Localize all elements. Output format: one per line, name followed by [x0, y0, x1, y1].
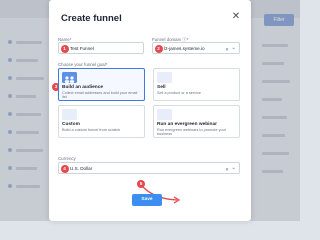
goal-option-webinar[interactable]: Run an evergreen webinar Run evergreen w…	[153, 105, 240, 138]
create-funnel-dialog: Create funnel ✕ Name* 1 Test Funnel Funn…	[49, 0, 251, 221]
custom-icon	[62, 109, 77, 120]
goal-option-title: Custom	[62, 122, 80, 127]
clear-icon[interactable]: ✕	[225, 167, 229, 173]
name-input-value: Test Funnel	[70, 46, 94, 52]
clear-icon[interactable]: ✕	[225, 47, 229, 53]
goal-label: Choose your funnel goal*	[58, 62, 108, 67]
goal-option-sell[interactable]: Sell Sell a product or a service	[153, 68, 240, 101]
domain-select-value: l2-james.systeme.io	[164, 46, 205, 52]
name-field[interactable]: 1 Test Funnel	[58, 42, 144, 54]
step-badge-2: 2	[154, 44, 163, 53]
goal-option-custom[interactable]: Custom Build a custom funnel from scratc…	[58, 105, 145, 138]
step-badge-1: 1	[60, 44, 69, 53]
chevron-down-icon[interactable]: ⌄	[231, 45, 236, 51]
goal-option-description: Build a custom funnel from scratch	[62, 128, 121, 132]
webinar-icon	[157, 109, 172, 120]
goal-option-title: Run an evergreen webinar	[157, 122, 217, 127]
goal-option-description: Run evergreen webinars to promote your b…	[157, 128, 227, 137]
currency-select-value: U.S. Dollar	[70, 166, 93, 172]
currency-select[interactable]: 4 U.S. Dollar ✕ ⌄	[58, 162, 240, 174]
goal-option-description: Sell a product or a service	[157, 91, 201, 95]
goal-option-title: Build an audience	[62, 85, 104, 90]
dialog-title: Create funnel	[61, 13, 122, 24]
goal-option-build-audience[interactable]: Build an audience Collect email addresse…	[58, 68, 145, 101]
chevron-down-icon[interactable]: ⌄	[231, 165, 236, 171]
sell-icon	[157, 72, 172, 83]
close-icon[interactable]: ✕	[231, 12, 241, 22]
currency-label: Currency	[58, 156, 76, 161]
goal-option-title: Sell	[157, 85, 166, 90]
audience-icon	[62, 72, 77, 83]
save-button[interactable]: Save	[132, 194, 162, 206]
domain-select[interactable]: 2 l2-james.systeme.io ✕ ⌄	[152, 42, 240, 54]
goal-option-description: Collect email addresses and build your e…	[62, 91, 138, 100]
step-badge-4: 4	[60, 164, 69, 173]
